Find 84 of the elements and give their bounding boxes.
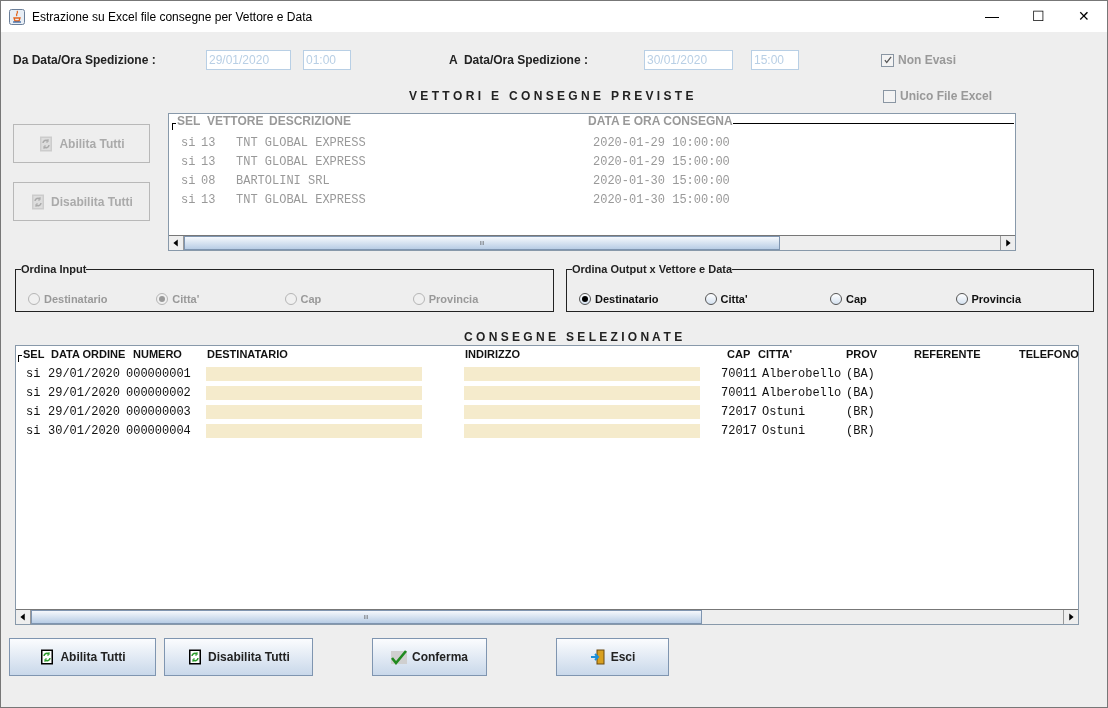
column-header: DATA ORDINE: [51, 347, 126, 362]
app-icon: [9, 8, 25, 25]
window-title: Estrazione su Excel file consegne per Vettore e Data: [32, 8, 313, 26]
checkmark-icon: [882, 55, 893, 65]
section-heading: C O N S E G N E S E L E Z I O N A T E: [464, 329, 684, 344]
table-cell-text: (BA): [846, 385, 875, 402]
table-cell-text: si: [26, 404, 41, 421]
scrollbar-thumb[interactable]: [31, 610, 702, 624]
door-exit-icon: [589, 649, 606, 665]
table-cell-text: (BR): [846, 423, 875, 440]
section-heading: V E T T O R I E C O N S E G N E P R E V I S T E: [409, 88, 695, 105]
column-header: DESTINATARIO: [207, 347, 288, 362]
horizontal-scrollbar[interactable]: [16, 609, 1078, 624]
table-cell-text: 13: [201, 191, 217, 209]
refresh-document-icon: [30, 193, 47, 210]
table-cell-text: 2020-01-29 10:00:00: [593, 134, 730, 152]
grip-icon: [477, 239, 486, 247]
column-header: TELEFONO: [1019, 347, 1079, 362]
radio-button[interactable]: Cap: [830, 286, 956, 311]
table-cell-text: 30/01/2020: [48, 423, 120, 440]
table-cell-text: TNT GLOBAL EXPRESS: [236, 191, 367, 209]
table-cell-text: 2020-01-30 15:00:00: [593, 172, 730, 190]
column-header: CAP: [727, 347, 751, 362]
column-header: CITTA': [758, 347, 793, 362]
table-cell-text: 2020-01-30 15:00:00: [593, 191, 730, 209]
table-cell-text: 000000004: [126, 423, 191, 440]
refresh-document-icon: [39, 649, 56, 665]
table-cell-text: Alberobello: [762, 385, 842, 402]
table-cell-text: (BA): [846, 366, 875, 383]
table-cell-text: (BR): [846, 404, 875, 421]
close-button[interactable]: ✕: [1061, 1, 1107, 32]
minimize-button[interactable]: —: [969, 1, 1015, 32]
radio-button[interactable]: Destinatario: [579, 286, 705, 311]
column-header: NUMERO: [133, 347, 182, 362]
table-cell-text: 72017: [721, 404, 757, 421]
table-cell-text: si: [181, 134, 197, 152]
refresh-document-icon: [187, 649, 204, 665]
table-cell-text: 08: [201, 172, 217, 190]
group-title: Ordina Input: [21, 262, 87, 277]
table-cell-text: Ostuni: [762, 404, 806, 421]
table-cell-text: 70011: [721, 366, 757, 383]
table-cell-text: si: [181, 153, 197, 171]
action-button[interactable]: Disabilita Tutti: [164, 638, 313, 676]
column-header: VETTORE: [207, 113, 265, 130]
table-cell-text: si: [26, 423, 41, 440]
column-header: DESCRIZIONE: [269, 113, 352, 130]
table-cell-text: 000000002: [126, 385, 191, 402]
radio-button[interactable]: Citta': [704, 286, 830, 311]
refresh-document-icon: [38, 135, 55, 152]
table-cell-text: 13: [201, 153, 217, 171]
to-date-label: A Data/Ora Spedizione :: [449, 52, 589, 69]
table-cell-text: TNT GLOBAL EXPRESS: [236, 134, 367, 152]
table-cell-text: BARTOLINI SRL: [236, 172, 331, 190]
table-cell-text: 2020-01-29 15:00:00: [593, 153, 730, 171]
action-button[interactable]: Abilita Tutti: [9, 638, 156, 676]
table-cell-text: 000000003: [126, 404, 191, 421]
table-cell-text: si: [26, 366, 41, 383]
table-cell-text: si: [181, 191, 197, 209]
table-cell-text: 29/01/2020: [48, 404, 120, 421]
column-header: SEL: [177, 113, 202, 130]
maximize-button[interactable]: ☐: [1015, 1, 1061, 32]
action-button[interactable]: Esci: [556, 638, 669, 676]
table-cell-text: si: [26, 385, 41, 402]
column-header: SEL: [23, 347, 45, 362]
column-header: DATA E ORA CONSEGNA: [588, 113, 733, 130]
column-header: REFERENTE: [914, 347, 981, 362]
table-cell-text: 000000001: [126, 366, 191, 383]
table-cell-text: Alberobello: [762, 366, 842, 383]
from-date-label: Da Data/Ora Spedizione :: [13, 52, 157, 69]
group-title: Ordina Output x Vettore e Data: [572, 262, 733, 277]
table-cell-text: si: [181, 172, 197, 190]
checkmark-icon: [391, 649, 407, 665]
action-button[interactable]: Conferma: [372, 638, 487, 676]
table-cell-text: 70011: [721, 385, 757, 402]
table-cell-text: 13: [201, 134, 217, 152]
table-cell-text: 29/01/2020: [48, 385, 120, 402]
table-cell-text: 29/01/2020: [48, 366, 120, 383]
radio-button[interactable]: Provincia: [955, 286, 1081, 311]
grip-icon: [362, 613, 371, 621]
table-cell-text: Ostuni: [762, 423, 806, 440]
column-header: INDIRIZZO: [465, 347, 520, 362]
table-cell-text: TNT GLOBAL EXPRESS: [236, 153, 367, 171]
column-header: PROV: [846, 347, 878, 362]
table-cell-text: 72017: [721, 423, 757, 440]
